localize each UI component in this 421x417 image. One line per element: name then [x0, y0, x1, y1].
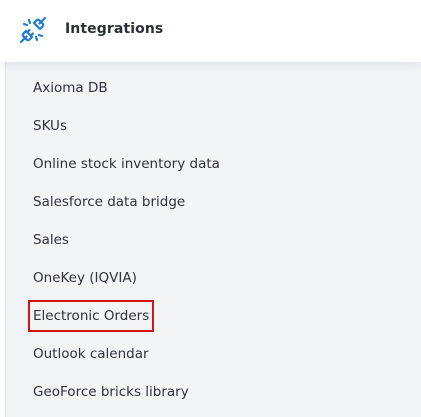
- panel-title: Integrations: [65, 21, 164, 37]
- menu-item-outlook-calendar[interactable]: Outlook calendar: [33, 343, 149, 365]
- menu-item-electronic-orders[interactable]: Electronic Orders: [27, 300, 155, 332]
- plug-connection-icon: [19, 16, 47, 44]
- menu-item-sales[interactable]: Sales: [33, 229, 69, 251]
- panel-header: Integrations: [0, 0, 421, 62]
- integrations-panel: Integrations Axioma DB SKUs Online stock…: [0, 0, 421, 417]
- integrations-menu: Axioma DB SKUs Online stock inventory da…: [5, 62, 421, 417]
- menu-item-axioma-db[interactable]: Axioma DB: [33, 77, 108, 99]
- menu-item-skus[interactable]: SKUs: [33, 115, 67, 137]
- menu-item-online-stock-inventory-data[interactable]: Online stock inventory data: [33, 153, 220, 175]
- menu-item-salesforce-data-bridge[interactable]: Salesforce data bridge: [33, 191, 185, 213]
- menu-item-geoforce-bricks-library[interactable]: GeoForce bricks library: [33, 381, 189, 403]
- menu-item-onekey-iqvia[interactable]: OneKey (IQVIA): [33, 267, 137, 289]
